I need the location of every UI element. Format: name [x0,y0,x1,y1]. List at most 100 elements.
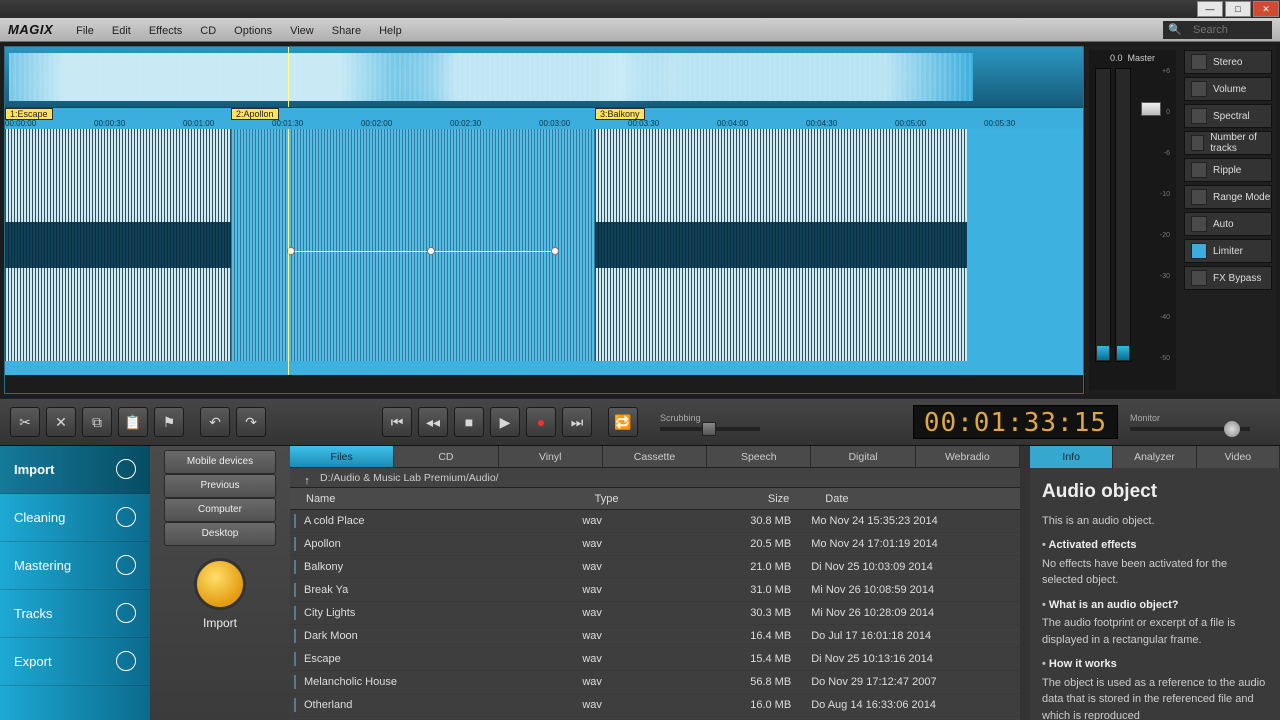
tool-volume[interactable]: Volume [1184,77,1272,101]
undo-button[interactable]: ↶ [200,407,230,437]
file-row[interactable]: Escapewav15.4 MBDi Nov 25 10:13:16 2014 [290,648,1020,671]
nav-tracks[interactable]: Tracks [0,590,150,638]
nav-import[interactable]: Import [0,446,150,494]
audio-clip-apollon[interactable] [231,129,595,361]
tool-ripple[interactable]: Ripple [1184,158,1272,182]
import-label: Import [154,616,286,630]
stop-button[interactable]: ■ [454,407,484,437]
file-row[interactable]: A cold Placewav30.8 MBMo Nov 24 15:35:23… [290,510,1020,533]
paste-button[interactable]: 📋 [118,407,148,437]
copy-button[interactable]: ⧉ [82,407,112,437]
import-button[interactable] [194,558,246,610]
waveform-overview[interactable] [5,47,1083,107]
close-button[interactable]: ✕ [1253,1,1279,17]
menu-share[interactable]: Share [323,23,370,39]
file-row[interactable]: Melancholic Housewav56.8 MBDo Nov 29 17:… [290,671,1020,694]
meter-level: 0.0 [1110,53,1123,63]
browser-tab-files[interactable]: Files [290,446,394,467]
prev-button[interactable]: ◂◂ [418,407,448,437]
nav-icon [116,603,136,623]
source-mobile-devices[interactable]: Mobile devices [164,450,276,474]
info-title: Audio object [1042,478,1268,507]
up-folder-icon[interactable]: ↑ [300,471,314,485]
file-row[interactable]: Balkonywav21.0 MBDi Nov 25 10:03:09 2014 [290,556,1020,579]
search-icon[interactable]: 🔍 [1163,21,1187,39]
envelope-point[interactable] [427,247,435,255]
tool-icon [1191,243,1207,259]
tool-auto[interactable]: Auto [1184,212,1272,236]
nav-icon [116,651,136,671]
source-desktop[interactable]: Desktop [164,522,276,546]
browser-tab-speech[interactable]: Speech [707,446,811,467]
cut-button[interactable]: ✂ [10,407,40,437]
time-ruler[interactable]: 1:Escape2:Apollon3:Balkony00:00:0000:00:… [5,107,1083,129]
menu-file[interactable]: File [67,23,103,39]
file-list[interactable]: A cold Placewav30.8 MBMo Nov 24 15:35:23… [290,510,1020,720]
audio-clip-escape[interactable] [5,129,245,361]
tool-icon [1191,135,1204,151]
path-bar[interactable]: ↑ D:/Audio & Music Lab Premium/Audio/ [290,468,1020,488]
info-tab-video[interactable]: Video [1197,446,1280,468]
menu-cd[interactable]: CD [191,23,225,39]
browser-tab-cassette[interactable]: Cassette [603,446,707,467]
tool-spectral[interactable]: Spectral [1184,104,1272,128]
nav-export[interactable]: Export [0,638,150,686]
search-box[interactable]: 🔍 [1163,21,1272,39]
tool-range-mode[interactable]: Range Mode [1184,185,1272,209]
file-row[interactable]: Apollonwav20.5 MBMo Nov 24 17:01:19 2014 [290,533,1020,556]
search-input[interactable] [1187,21,1272,39]
tool-number-of-tracks[interactable]: Number of tracks [1184,131,1272,155]
monitor-control[interactable]: Monitor [1130,413,1270,431]
file-icon [294,560,296,574]
audio-track[interactable] [5,129,1083,375]
loop-button[interactable]: 🔁 [608,407,638,437]
playhead-overview[interactable] [288,47,289,107]
monitor-knob[interactable] [1224,421,1240,437]
delete-button[interactable]: ✕ [46,407,76,437]
file-icon [294,698,296,712]
maximize-button[interactable]: □ [1225,1,1251,17]
file-list-header[interactable]: Name Type Size Date [290,488,1020,510]
play-button[interactable]: ▶ [490,407,520,437]
scrub-control[interactable]: Scrubbing [660,413,760,431]
master-meter: 0.0 Master +60-6-10-20-30-40-50 [1089,50,1176,390]
tool-fx-bypass[interactable]: FX Bypass [1184,266,1272,290]
file-browser: FilesCDVinylCassetteSpeechDigitalWebradi… [290,446,1020,720]
browser-tab-vinyl[interactable]: Vinyl [499,446,603,467]
file-row[interactable]: City Lightswav30.3 MBMi Nov 26 10:28:09 … [290,602,1020,625]
browser-tab-digital[interactable]: Digital [811,446,915,467]
source-computer[interactable]: Computer [164,498,276,522]
tool-limiter[interactable]: Limiter [1184,239,1272,263]
playhead[interactable] [288,129,289,375]
meter-left [1095,68,1111,362]
browser-tab-cd[interactable]: CD [394,446,498,467]
envelope-point[interactable] [551,247,559,255]
arrangement-view[interactable]: 1:Escape2:Apollon3:Balkony00:00:0000:00:… [4,46,1084,394]
file-icon [294,606,296,620]
info-tab-analyzer[interactable]: Analyzer [1113,446,1196,468]
menu-view[interactable]: View [281,23,323,39]
menu-options[interactable]: Options [225,23,281,39]
menu-edit[interactable]: Edit [103,23,140,39]
skip-end-button[interactable]: ⏭ [562,407,592,437]
scrub-knob[interactable] [702,422,716,436]
menu-help[interactable]: Help [370,23,411,39]
browser-tab-webradio[interactable]: Webradio [916,446,1020,467]
info-tab-info[interactable]: Info [1030,446,1113,468]
menu-effects[interactable]: Effects [140,23,191,39]
file-scrollbar[interactable] [1020,446,1030,720]
minimize-button[interactable]: — [1197,1,1223,17]
nav-cleaning[interactable]: Cleaning [0,494,150,542]
tool-stereo[interactable]: Stereo [1184,50,1272,74]
audio-clip-balkony[interactable] [595,129,967,361]
nav-mastering[interactable]: Mastering [0,542,150,590]
source-previous[interactable]: Previous [164,474,276,498]
marker-button[interactable]: ⚑ [154,407,184,437]
redo-button[interactable]: ↷ [236,407,266,437]
file-row[interactable]: Break Yawav31.0 MBMi Nov 26 10:08:59 201… [290,579,1020,602]
skip-start-button[interactable]: ⏮ [382,407,412,437]
file-row[interactable]: Otherlandwav16.0 MBDo Aug 14 16:33:06 20… [290,694,1020,717]
tool-icon [1191,162,1207,178]
record-button[interactable]: ● [526,407,556,437]
file-row[interactable]: Dark Moonwav16.4 MBDo Jul 17 16:01:18 20… [290,625,1020,648]
